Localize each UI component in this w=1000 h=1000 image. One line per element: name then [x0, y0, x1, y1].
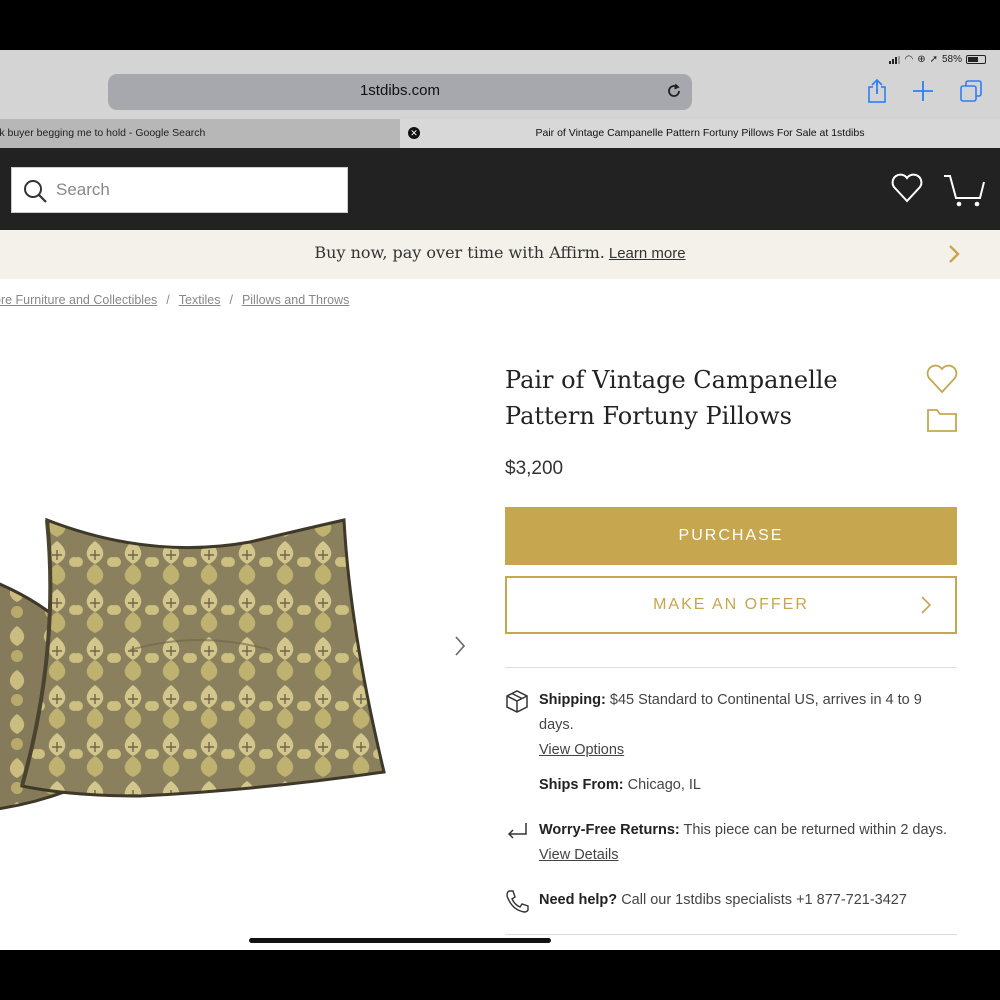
view-options-link[interactable]: View Options — [539, 742, 624, 758]
product-title: Pair of Vintage Campanelle Pattern Fortu… — [505, 362, 885, 434]
orientation-lock-icon: ⊕ — [917, 54, 926, 65]
search-icon — [24, 180, 47, 203]
help-text: Call our 1stdibs specialists +1 877-721-… — [621, 892, 907, 908]
url-text: 1stdibs.com — [359, 82, 441, 99]
affirm-banner[interactable]: Buy now, pay over time with Affirm. Learn… — [0, 230, 1000, 279]
location-icon: ➚ — [929, 54, 938, 65]
ships-from-info: Ships From: Chicago, IL — [539, 773, 959, 798]
breadcrumb-separator: / — [166, 293, 170, 307]
return-arrow-icon — [507, 823, 527, 839]
favorites-heart-icon[interactable] — [890, 172, 924, 204]
battery-percent: 58% — [941, 54, 962, 65]
shipping-box-icon — [506, 690, 528, 713]
wifi-icon: ◠ — [904, 54, 914, 65]
tab-strip: ark buyer begging me to hold - Google Se… — [0, 119, 1000, 148]
product-title-line: Pattern Fortuny Pillows — [505, 402, 792, 430]
chevron-right-icon[interactable] — [944, 242, 964, 266]
new-tab-icon[interactable] — [910, 78, 936, 104]
battery-icon — [966, 55, 986, 64]
heart-icon[interactable] — [925, 363, 959, 395]
returns-label: Worry-Free Returns: — [539, 822, 680, 838]
product-price: $3,200 — [505, 458, 564, 479]
product-image[interactable] — [0, 490, 400, 810]
home-indicator[interactable] — [249, 938, 551, 943]
divider — [505, 934, 957, 935]
tab-title: Pair of Vintage Campanelle Pattern Fortu… — [535, 127, 865, 139]
share-icon[interactable] — [864, 78, 890, 104]
view-details-link[interactable]: View Details — [539, 847, 619, 863]
tab-title: ark buyer begging me to hold - Google Se… — [0, 127, 206, 139]
phone-icon — [506, 890, 529, 913]
cart-icon[interactable] — [942, 172, 986, 208]
browser-chrome: ◠ ⊕ ➚ 58% 1stdibs.com ark buyer begging … — [0, 50, 1000, 148]
ships-from-label: Ships From: — [539, 777, 624, 793]
help-label: Need help? — [539, 892, 618, 908]
folder-icon[interactable] — [925, 406, 959, 434]
ships-from-text: Chicago, IL — [627, 777, 701, 793]
search-input[interactable] — [56, 176, 336, 204]
breadcrumb-link[interactable]: Pillows and Throws — [242, 293, 349, 307]
product-title-line: Pair of Vintage Campanelle — [505, 366, 838, 394]
chevron-right-icon — [921, 596, 932, 614]
status-bar: ◠ ⊕ ➚ 58% — [889, 54, 986, 65]
make-offer-label: MAKE AN OFFER — [653, 596, 809, 613]
device-bezel-bottom — [0, 950, 1000, 1000]
purchase-button[interactable]: PURCHASE — [505, 507, 957, 565]
affirm-text: Buy now, pay over time with Affirm. — [314, 243, 605, 262]
tab-1stdibs-product[interactable]: ✕ Pair of Vintage Campanelle Pattern For… — [400, 119, 1000, 148]
returns-text: This piece can be returned within 2 days… — [683, 822, 948, 838]
address-bar[interactable]: 1stdibs.com — [108, 74, 692, 110]
tab-google-search[interactable]: ark buyer begging me to hold - Google Se… — [0, 119, 400, 148]
breadcrumb: ore Furniture and Collectibles / Textiles /… — [0, 293, 349, 307]
help-info: Need help? Call our 1stdibs specialists … — [539, 888, 959, 913]
affirm-learn-more-link[interactable]: Learn more — [609, 245, 686, 262]
gallery-next-icon[interactable] — [450, 632, 470, 660]
signal-icon — [889, 55, 901, 64]
device-bezel-top — [0, 0, 1000, 50]
make-offer-button[interactable]: MAKE AN OFFER — [505, 576, 957, 634]
site-header — [0, 148, 1000, 230]
shipping-label: Shipping: — [539, 692, 606, 708]
tabs-overview-icon[interactable] — [958, 78, 984, 104]
breadcrumb-link[interactable]: Textiles — [179, 293, 221, 307]
returns-info: Worry-Free Returns: This piece can be re… — [539, 818, 959, 868]
screen: ◠ ⊕ ➚ 58% 1stdibs.com ark buyer begging … — [0, 50, 1000, 950]
reload-icon[interactable] — [664, 81, 684, 101]
breadcrumb-link[interactable]: ore Furniture and Collectibles — [0, 293, 157, 307]
search-box[interactable] — [11, 167, 348, 213]
shipping-info: Shipping: $45 Standard to Continental US… — [539, 688, 959, 763]
divider — [505, 667, 957, 668]
breadcrumb-separator: / — [229, 293, 233, 307]
